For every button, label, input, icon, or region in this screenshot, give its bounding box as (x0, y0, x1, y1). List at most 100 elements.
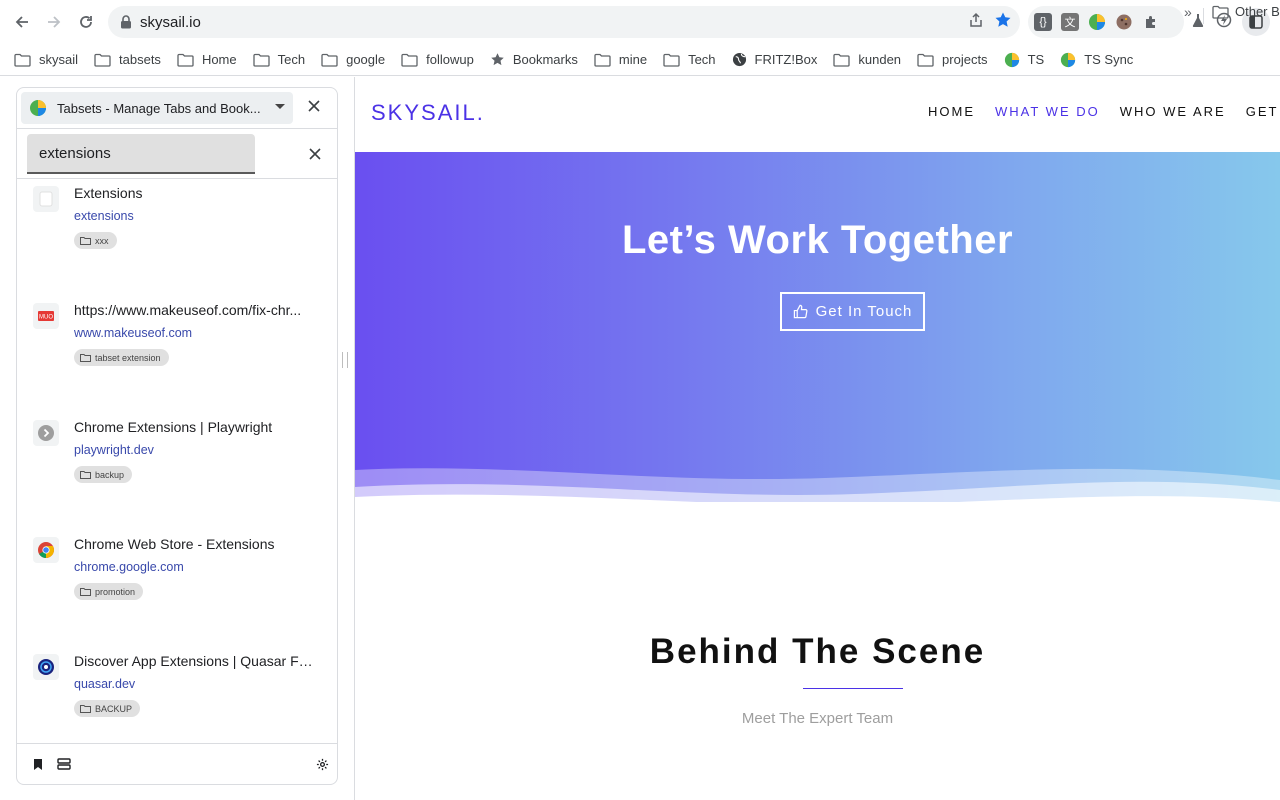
nav-get-in-touch[interactable]: GET IN (1246, 104, 1280, 119)
bookmark-item[interactable]: Tech (252, 48, 306, 72)
tabset-chip[interactable]: backup (74, 466, 133, 483)
close-side-panel-button[interactable] (307, 99, 321, 113)
section-underline (803, 688, 903, 689)
bookmark-label: skysail (39, 52, 79, 67)
bookmark-item[interactable]: TS (1004, 48, 1045, 72)
result-url[interactable]: extensions (74, 209, 134, 223)
bookmark-label: followup (426, 52, 474, 67)
search-field[interactable] (27, 134, 255, 174)
bookmark-item[interactable]: skysail (14, 48, 78, 72)
playwright-icon (33, 420, 59, 446)
bookmarks-bar: skysail tabsets Home Tech google followup Book… (0, 44, 1280, 76)
bookmark-other[interactable]: Other B (1212, 4, 1280, 19)
folder-icon (401, 53, 418, 67)
address-bar[interactable]: skysail.io (108, 6, 1020, 38)
web-page: SKYSAIL. HOME WHAT WE DO WHO WE ARE GET … (355, 77, 1280, 800)
translate-extension-icon[interactable]: 文 (1061, 13, 1079, 31)
list-item[interactable]: Discover App Extensions | Quasar Fr... q… (17, 647, 337, 743)
result-title[interactable]: Discover App Extensions | Quasar Fr... (74, 653, 314, 669)
folder-icon (252, 53, 270, 67)
folder-icon (1212, 5, 1229, 19)
puzzle-icon[interactable] (1142, 13, 1160, 31)
lock-icon[interactable] (120, 15, 132, 29)
tabsets-view-icon[interactable] (57, 757, 71, 771)
back-button[interactable] (8, 8, 36, 36)
bookmark-item[interactable]: projects (917, 48, 988, 72)
bookmark-item[interactable]: followup (401, 48, 474, 72)
result-title[interactable]: Chrome Web Store - Extensions (74, 536, 314, 552)
bookmark-item[interactable]: tabsets (94, 48, 161, 72)
folder-icon (833, 53, 851, 67)
tabset-chip[interactable]: BACKUP (74, 700, 141, 717)
url-text[interactable]: skysail.io (140, 14, 201, 31)
share-icon[interactable] (968, 12, 984, 33)
wave-decoration (355, 468, 1280, 522)
bookmarks-overflow-button[interactable]: » (1184, 4, 1192, 20)
side-panel-container: Tabsets - Manage Tabs and Book... Extens… (0, 77, 354, 800)
tabset-chip[interactable]: xxx (74, 232, 117, 249)
search-input[interactable] (27, 134, 255, 172)
folder-icon (80, 236, 91, 245)
svg-text:MUO: MUO (39, 315, 53, 321)
list-item[interactable]: Chrome Web Store - Extensions chrome.goo… (17, 530, 337, 647)
side-panel-selector[interactable]: Tabsets - Manage Tabs and Book... (21, 92, 293, 124)
bookmark-item[interactable]: Bookmarks (490, 48, 578, 72)
json-extension-icon[interactable]: {} (1034, 13, 1052, 31)
bookmark-item[interactable]: kunden (833, 48, 901, 72)
makeuseof-icon: MUO (33, 303, 59, 329)
reload-icon (80, 16, 92, 28)
result-title[interactable]: Extensions (74, 185, 314, 201)
bookmarks-separator (1203, 8, 1204, 24)
settings-gear-icon[interactable] (315, 757, 329, 771)
chip-label: backup (95, 469, 125, 480)
bookmark-item[interactable]: FRITZ!Box (732, 48, 818, 72)
bookmark-label: FRITZ!Box (754, 52, 818, 67)
bookmark-item[interactable]: Home (177, 48, 237, 72)
forward-button[interactable] (40, 8, 68, 36)
nav-who-we-are[interactable]: WHO WE ARE (1120, 104, 1226, 119)
tabsets-side-panel: Tabsets - Manage Tabs and Book... Extens… (16, 87, 338, 785)
result-title[interactable]: https://www.makeuseof.com/fix-chr... (74, 302, 314, 318)
folder-icon (663, 53, 680, 67)
chip-label: xxx (95, 235, 109, 246)
site-logo[interactable]: SKYSAIL. (371, 100, 485, 126)
bookmark-item[interactable]: Tech (663, 48, 716, 72)
side-panel-resize-handle[interactable] (342, 352, 348, 368)
folder-icon (80, 470, 91, 479)
browser-toolbar: skysail.io {} 文 (0, 0, 1280, 44)
bookmark-icon[interactable] (31, 757, 45, 771)
nav-what-we-do[interactable]: WHAT WE DO (995, 104, 1100, 119)
cookie-extension-icon[interactable] (1115, 13, 1133, 31)
folder-icon (321, 53, 338, 67)
result-title[interactable]: Chrome Extensions | Playwright (74, 419, 314, 435)
clear-search-button[interactable] (308, 147, 322, 161)
tabset-chip[interactable]: promotion (74, 583, 144, 600)
bookmark-item[interactable]: mine (594, 48, 647, 72)
list-item[interactable]: Chrome Extensions | Playwright playwrigh… (17, 413, 337, 530)
close-icon (308, 100, 320, 112)
divider (17, 128, 337, 129)
result-url[interactable]: chrome.google.com (74, 560, 184, 574)
result-url[interactable]: www.makeuseof.com (74, 326, 192, 340)
chip-label: BACKUP (95, 703, 133, 714)
tabsets-icon (1060, 52, 1076, 68)
list-item[interactable]: Extensions extensions xxx (17, 179, 337, 296)
tabsets-icon (1004, 52, 1020, 68)
tabset-chip[interactable]: tabset extension (74, 349, 169, 366)
reload-button[interactable] (72, 8, 100, 36)
bookmark-label: TS (1027, 52, 1045, 67)
hero-title: Let’s Work Together (621, 218, 1014, 262)
tabsets-extension-icon[interactable] (1088, 13, 1106, 31)
bookmark-item[interactable]: TS Sync (1060, 48, 1133, 72)
result-url[interactable]: playwright.dev (74, 443, 154, 457)
button-label: Get In Touch (815, 303, 913, 320)
bookmark-label: Tech (277, 52, 306, 67)
bookmark-item[interactable]: google (321, 48, 385, 72)
nav-home[interactable]: HOME (928, 104, 975, 119)
result-url[interactable]: quasar.dev (74, 677, 135, 691)
bookmark-star-icon[interactable] (994, 11, 1012, 34)
get-in-touch-button[interactable]: Get In Touch (780, 292, 925, 331)
folder-icon (594, 53, 611, 67)
extensions-bar: {} 文 (1028, 6, 1184, 38)
list-item[interactable]: MUO https://www.makeuseof.com/fix-chr...… (17, 296, 337, 413)
